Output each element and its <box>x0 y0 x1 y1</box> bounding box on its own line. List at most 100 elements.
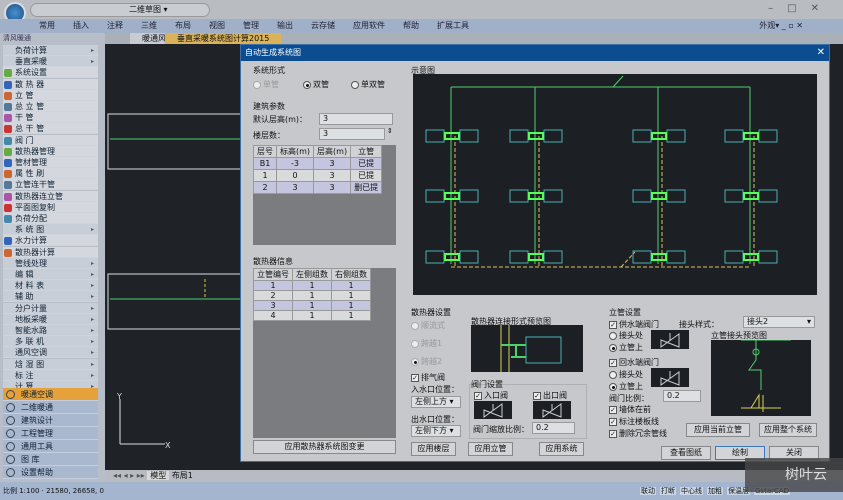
return-valve-checkbox[interactable]: ✓回水端阀门 <box>609 357 659 368</box>
tab-vertical-heating[interactable]: 垂直采暖系统图计算2015 <box>165 33 281 44</box>
sidebar-item[interactable]: 总 立 管 <box>3 101 98 112</box>
apply-whole-system-button[interactable]: 应用整个系统 <box>759 423 817 437</box>
sidebar-item[interactable]: 散热器管理 <box>3 146 98 157</box>
table-cell[interactable]: 1 <box>293 301 332 311</box>
sidebar-item[interactable]: 系统设置 <box>3 67 98 78</box>
table-row[interactable]: 103已提 <box>254 170 382 182</box>
sidebar-item[interactable]: 水力计算 <box>3 235 98 246</box>
table-row[interactable]: 111 <box>254 281 371 291</box>
sidebar-item[interactable]: 分户计量 <box>3 303 98 314</box>
menu-item[interactable]: 云存储 <box>302 19 344 33</box>
sidebar-item[interactable]: 散热器计算 <box>3 247 98 258</box>
sidebar-item[interactable]: 负荷分配 <box>3 213 98 224</box>
menu-item[interactable]: 应用软件 <box>344 19 394 33</box>
radio-bypass2[interactable]: 跨越2 <box>411 356 442 367</box>
sidebar-category[interactable]: 建筑设计 <box>3 414 98 427</box>
sidebar-item[interactable]: 垂直采暖 <box>3 56 98 67</box>
radio-double-pipe[interactable]: 双管 <box>303 79 329 90</box>
table-cell[interactable]: 1 <box>332 311 371 321</box>
table-cell[interactable]: 3 <box>314 158 351 170</box>
tab-layout1[interactable]: 布局1 <box>172 471 193 480</box>
table-cell[interactable]: 1 <box>332 291 371 301</box>
table-cell[interactable]: 1 <box>332 281 371 291</box>
sidebar-item[interactable]: 散热器连立管 <box>3 191 98 202</box>
table-cell[interactable]: B1 <box>254 158 277 170</box>
menu-item[interactable]: 管理 <box>234 19 268 33</box>
workspace-select[interactable]: 二维草图 <box>129 5 161 14</box>
table-cell[interactable]: 1 <box>293 281 332 291</box>
sidebar-item[interactable]: 管线处理 <box>3 258 98 269</box>
sidebar-item[interactable]: 总 干 管 <box>3 123 98 134</box>
sidebar-category[interactable]: 暖通空调 <box>3 388 98 401</box>
menu-item[interactable]: 视图 <box>200 19 234 33</box>
valve-ratio-input[interactable]: 0.2 <box>663 390 701 402</box>
sidebar-item[interactable]: 阀 门 <box>3 135 98 146</box>
sidebar-item[interactable]: 多 联 机 <box>3 336 98 347</box>
sidebar-item[interactable]: 平面图复制 <box>3 202 98 213</box>
table-cell[interactable]: 1 <box>254 170 277 182</box>
table-cell[interactable]: 3 <box>277 182 314 194</box>
table-cell[interactable]: 3 <box>314 182 351 194</box>
radio-sequential[interactable]: 顺流式 <box>411 320 445 331</box>
sidebar-item[interactable]: 散 热 器 <box>3 79 98 90</box>
table-cell[interactable]: 1 <box>293 311 332 321</box>
sidebar-item[interactable]: 焓 湿 图 <box>3 359 98 370</box>
menu-item[interactable]: 注释 <box>98 19 132 33</box>
vent-valve-checkbox[interactable]: ✓排气阀 <box>411 372 445 383</box>
supply-joint-radio[interactable]: 接头处 <box>609 330 643 341</box>
wall-front-checkbox[interactable]: ✓墙体在前 <box>609 404 651 415</box>
sidebar-category[interactable]: 设置帮助 <box>3 466 98 479</box>
status-toggle[interactable]: 联动 <box>640 487 656 495</box>
table-cell[interactable]: 已提 <box>351 170 382 182</box>
sidebar-item[interactable]: 属 性 刷 <box>3 168 98 179</box>
table-cell[interactable]: 3 <box>314 170 351 182</box>
radio-single-pipe[interactable]: 单管 <box>253 79 279 90</box>
default-height-input[interactable]: 3 <box>319 113 393 125</box>
menu-item[interactable]: 扩展工具 <box>428 19 478 33</box>
menu-item[interactable]: 常用 <box>30 19 64 33</box>
table-row[interactable]: 411 <box>254 311 371 321</box>
sidebar-item[interactable]: 干 管 <box>3 112 98 123</box>
table-row[interactable]: B1-33已提 <box>254 158 382 170</box>
sidebar-item[interactable]: 辅 助 <box>3 291 98 302</box>
menu-item[interactable]: 帮助 <box>394 19 428 33</box>
sidebar-item[interactable]: 编 辑 <box>3 269 98 280</box>
table-cell[interactable]: 3 <box>254 301 293 311</box>
menu-item[interactable]: 插入 <box>64 19 98 33</box>
outlet-valve-checkbox[interactable]: ✓出口阀 <box>533 390 567 401</box>
apply-floor-button[interactable]: 应用楼层 <box>411 442 456 456</box>
table-cell[interactable]: 删已提 <box>351 182 382 194</box>
quick-access-toolbar[interactable]: 二维草图 ▾ <box>30 3 210 17</box>
sidebar-item[interactable]: 标 注 <box>3 370 98 381</box>
table-cell[interactable]: 1 <box>293 291 332 301</box>
apply-current-riser-button[interactable]: 应用当前立管 <box>686 423 750 437</box>
radio-single-double[interactable]: 单双管 <box>351 79 385 90</box>
inlet-valve-checkbox[interactable]: ✓入口阀 <box>474 390 508 401</box>
supply-on-riser-radio[interactable]: 立管上 <box>609 342 643 353</box>
menu-item[interactable]: 布局 <box>166 19 200 33</box>
floors-input[interactable]: 3 <box>319 128 385 140</box>
sidebar-category[interactable]: 工程管理 <box>3 427 98 440</box>
return-joint-radio[interactable]: 接头处 <box>609 369 643 380</box>
apply-riser-button[interactable]: 应用立管 <box>468 442 513 456</box>
sidebar-item[interactable]: 负荷计算 <box>3 45 98 56</box>
floors-spinner[interactable]: ⇕ <box>387 127 393 135</box>
inlet-position-select[interactable]: 左侧上方 ▾ <box>411 396 461 408</box>
sidebar-item[interactable]: 管材管理 <box>3 157 98 168</box>
table-row[interactable]: 211 <box>254 291 371 301</box>
tab-model[interactable]: 模型 <box>147 471 169 480</box>
table-cell[interactable]: -3 <box>277 158 314 170</box>
menu-item[interactable]: 三维 <box>132 19 166 33</box>
outlet-position-select[interactable]: 左侧下方 ▾ <box>411 425 461 437</box>
sidebar-item[interactable]: 地板采暖 <box>3 314 98 325</box>
supply-valve-checkbox[interactable]: ✓供水端阀门 <box>609 319 659 330</box>
delete-redundant-checkbox[interactable]: ✓删除冗余管线 <box>609 428 667 439</box>
table-row[interactable]: 233删已提 <box>254 182 382 194</box>
table-row[interactable]: 311 <box>254 301 371 311</box>
valve-scale-input[interactable]: 0.2 <box>532 422 575 434</box>
sidebar-category[interactable]: 图 库 <box>3 453 98 466</box>
appearance-menu[interactable]: 外观▾ _ ▫ ✕ <box>759 19 803 33</box>
table-cell[interactable]: 1 <box>254 281 293 291</box>
apply-system-button[interactable]: 应用系统 <box>539 442 584 456</box>
status-toggle[interactable]: 中心线 <box>680 487 703 495</box>
